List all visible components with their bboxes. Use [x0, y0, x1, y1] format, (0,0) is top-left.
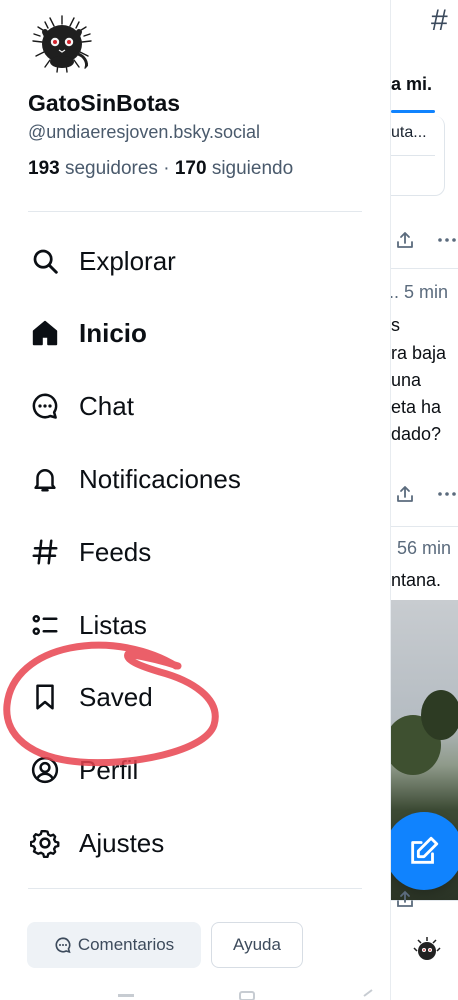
post-text-line: ra baja [391, 343, 447, 363]
post-text-line: eta ha [391, 397, 442, 417]
nav-item-saved[interactable]: Saved [28, 669, 362, 725]
pencil-icon [411, 836, 439, 864]
nav-item-label: Chat [79, 390, 134, 421]
more-icon[interactable] [437, 484, 457, 504]
feedback-button[interactable]: Comentarios [27, 922, 201, 968]
nav-item-profile[interactable]: Perfil [28, 742, 362, 798]
post-text-line: una [391, 370, 422, 390]
more-icon[interactable] [437, 230, 457, 250]
gear-icon [28, 826, 62, 860]
nav-item-label: Inicio [79, 317, 147, 348]
nav-item-label: Perfil [79, 754, 139, 785]
profile-stats: 193 seguidores · 170 siguiendo [28, 158, 293, 180]
stats-separator: · [163, 158, 170, 179]
nav-item-feeds[interactable]: Feeds [28, 524, 362, 580]
nav-item-home[interactable]: Inicio [28, 305, 362, 361]
post-text-line: ntana. [391, 570, 442, 590]
help-button[interactable]: Ayuda [211, 922, 303, 968]
quoted-post-snippet: uta... [391, 124, 427, 141]
post-timestamp: .. 5 min [390, 282, 449, 302]
compose-button[interactable] [391, 812, 458, 890]
divider [28, 888, 362, 889]
profile-handle: @undiaeresjoven.bsky.social [28, 122, 261, 142]
search-icon [28, 244, 62, 278]
nav-item-label: Saved [79, 681, 153, 712]
nav-item-label: Notificaciones [79, 463, 241, 494]
followers-label[interactable]: seguidores [65, 158, 158, 179]
share-icon[interactable] [395, 889, 415, 909]
help-label: Ayuda [233, 935, 281, 954]
following-count[interactable]: 170 [175, 158, 207, 179]
avatar[interactable] [28, 10, 96, 78]
following-label[interactable]: siguiendo [212, 158, 293, 179]
chat-icon [54, 936, 72, 954]
system-navigation-bar [118, 989, 373, 1000]
profile-tab-avatar[interactable] [411, 933, 443, 965]
post-divider [391, 526, 458, 527]
nav-item-label: Explorar [79, 245, 176, 276]
nav-item-label: Listas [79, 609, 147, 640]
list-icon [28, 608, 62, 642]
feedback-label: Comentarios [77, 935, 175, 954]
post-text-line: dado? [391, 424, 442, 444]
bookmark-icon [28, 680, 62, 714]
profile-display-name: GatoSinBotas [28, 90, 181, 116]
feed-tab-indicator [391, 110, 435, 113]
user-circle-icon [28, 753, 62, 787]
nav-item-notifications[interactable]: Notificaciones [28, 451, 362, 507]
home-icon [28, 316, 62, 350]
nav-item-settings[interactable]: Ajustes [28, 815, 362, 871]
bottom-tab-bar [391, 890, 458, 1000]
followers-count[interactable]: 193 [28, 158, 60, 179]
bell-icon [28, 462, 62, 496]
feed-background: # a mi. uta... .. 5 min s ra baja una et… [390, 0, 458, 1000]
nav-item-label: Feeds [79, 536, 152, 567]
post-timestamp: 56 min [397, 538, 452, 558]
share-icon[interactable] [395, 484, 415, 504]
post-divider [391, 268, 458, 269]
nav-item-explore[interactable]: Explorar [28, 233, 362, 289]
nav-item-lists[interactable]: Listas [28, 597, 362, 653]
share-icon[interactable] [395, 230, 415, 250]
hash-icon [28, 535, 62, 569]
post-text-line: s [391, 315, 400, 335]
chat-icon [28, 389, 62, 423]
nav-item-label: Ajustes [79, 827, 165, 858]
quoted-post-divider [391, 155, 435, 156]
nav-item-chat[interactable]: Chat [28, 378, 362, 434]
navigation-drawer: GatoSinBotas @undiaeresjoven.bsky.social… [0, 0, 390, 1000]
feed-tab-label[interactable]: a mi. [391, 74, 432, 95]
divider [28, 211, 362, 212]
feeds-hash-icon[interactable]: # [431, 4, 448, 38]
